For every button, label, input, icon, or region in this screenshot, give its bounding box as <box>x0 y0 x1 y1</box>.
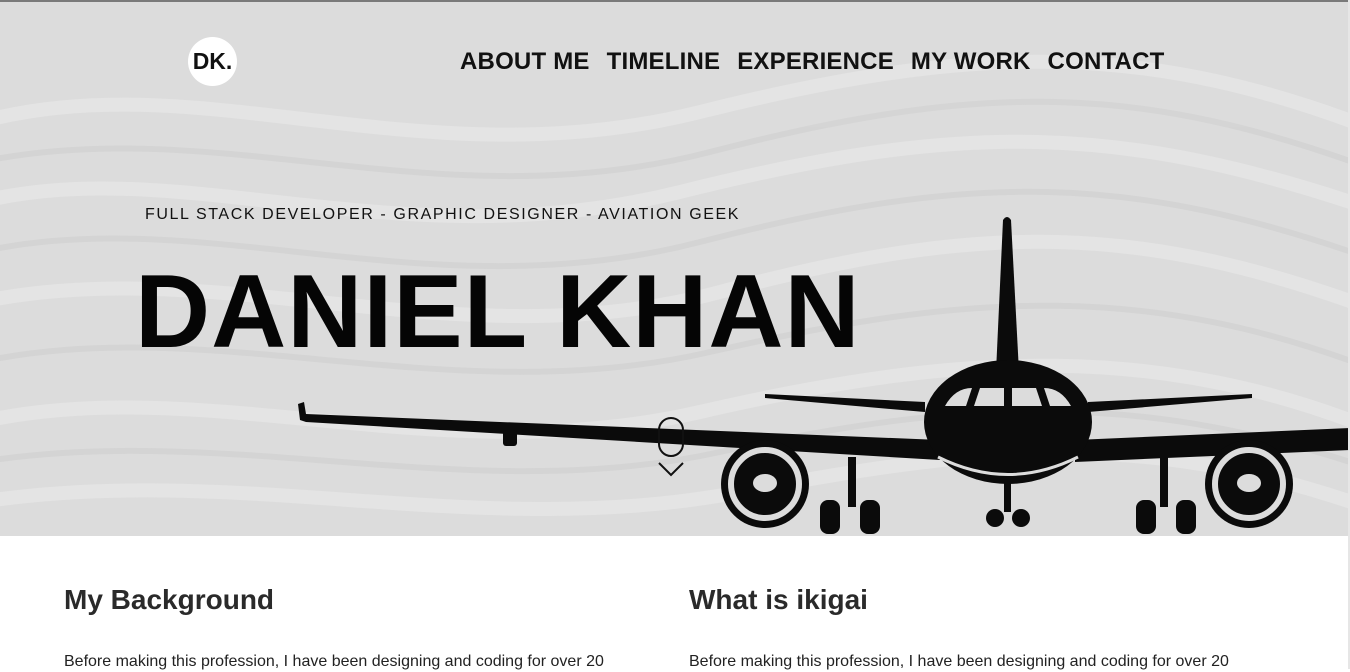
nav-about-me[interactable]: ABOUT ME <box>460 48 590 76</box>
nav-timeline[interactable]: TIMELINE <box>607 48 721 76</box>
background-title: My Background <box>64 584 275 615</box>
background-text: Before making this profession, I have be… <box>64 653 604 670</box>
nav-contact[interactable]: CONTACT <box>1048 48 1165 76</box>
hero-section: DK. ABOUT ME TIMELINE EXPERIENCE MY WORK… <box>0 0 1350 536</box>
nav-experience[interactable]: EXPERIENCE <box>737 48 894 76</box>
mouse-scroll-icon[interactable] <box>656 417 686 479</box>
logo[interactable]: DK. <box>188 37 237 86</box>
ikigai-section: What is ikigai Before making this profes… <box>689 583 1289 672</box>
hero-name: DANIEL KHAN <box>135 254 861 370</box>
ikigai-text: Before making this profession, I have be… <box>689 653 1229 670</box>
nav-my-work[interactable]: MY WORK <box>911 48 1031 76</box>
hero-tagline: FULL STACK DEVELOPER - GRAPHIC DESIGNER … <box>145 206 741 223</box>
ikigai-title: What is ikigai <box>689 584 868 615</box>
main-nav: ABOUT ME TIMELINE EXPERIENCE MY WORK CON… <box>460 48 1164 76</box>
background-section: My Background Before making this profess… <box>64 583 664 672</box>
